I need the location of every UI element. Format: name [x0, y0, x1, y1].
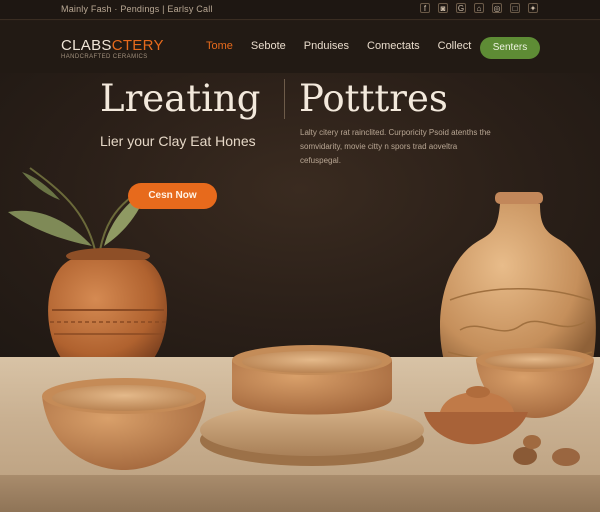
hero-description: Lalty citery rat rainclited. Curporicity… [300, 128, 491, 165]
decorative-nuts [513, 435, 580, 466]
hero-title-right: Potttres [299, 77, 448, 120]
hero-title-divider [284, 79, 285, 119]
hero-subtitle: Lier your Clay Eat Hones [100, 133, 256, 149]
learn-now-button[interactable]: Cesn Now [128, 183, 217, 209]
left-clay-bowl [42, 378, 206, 470]
center-clay-bowl [232, 345, 392, 415]
hero-title-left: Lreating [100, 77, 261, 120]
